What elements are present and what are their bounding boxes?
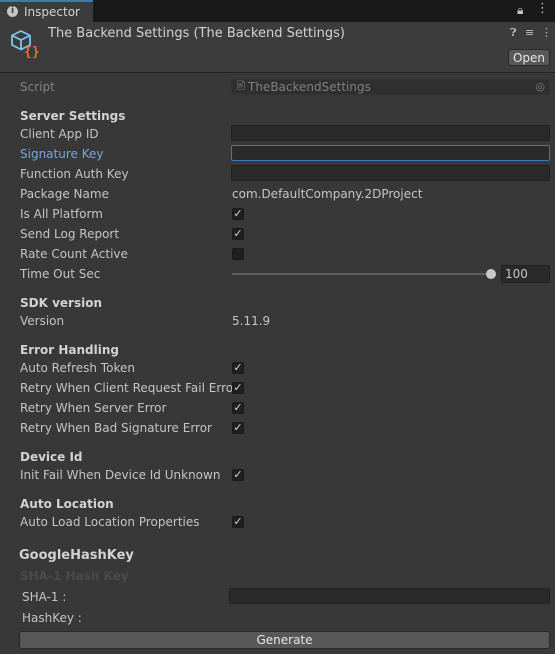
function-auth-key-field[interactable] <box>231 165 550 181</box>
scriptable-object-icon: {} <box>11 29 40 58</box>
auto-load-location-checkbox[interactable]: ✓ <box>232 516 244 528</box>
tab-inspector[interactable]: i Inspector <box>0 0 93 22</box>
preset-icon[interactable]: ≡ <box>525 26 534 39</box>
auto-location-heading: Auto Location <box>20 497 114 511</box>
device-id-heading: Device Id <box>20 450 83 464</box>
generate-button[interactable]: Generate <box>19 631 550 649</box>
hashkey-label: HashKey : <box>22 611 82 625</box>
retry-client-checkbox[interactable]: ✓ <box>232 382 244 394</box>
send-log-report-checkbox[interactable]: ✓ <box>232 228 244 240</box>
svg-text:{}: {} <box>24 45 40 58</box>
version-label: Version <box>20 314 65 328</box>
tab-label: Inspector <box>24 5 80 19</box>
is-all-platform-checkbox[interactable]: ✓ <box>232 208 244 220</box>
version-value: 5.11.9 <box>232 314 271 328</box>
lock-icon[interactable]: 🔒︎ <box>517 3 523 18</box>
retry-bad-signature-label: Retry When Bad Signature Error <box>20 421 212 435</box>
info-icon: i <box>7 6 18 17</box>
inspector-header: {} The Backend Settings (The Backend Set… <box>0 22 555 73</box>
tab-bar: i Inspector 🔒︎ ⋮ <box>0 0 555 22</box>
client-app-id-label: Client App ID <box>20 127 99 141</box>
script-value: TheBackendSettings <box>248 80 371 94</box>
time-out-sec-label: Time Out Sec <box>20 267 101 281</box>
retry-server-label: Retry When Server Error <box>20 401 167 415</box>
help-icon[interactable]: ❓︎ <box>510 26 517 40</box>
auto-refresh-token-label: Auto Refresh Token <box>20 361 135 375</box>
more-icon[interactable]: ⋮ <box>541 26 552 39</box>
object-picker-icon: ◎ <box>535 80 545 93</box>
time-out-slider-thumb[interactable] <box>486 269 496 279</box>
sha1-label: SHA-1 : <box>22 590 67 604</box>
rate-count-active-label: Rate Count Active <box>20 247 128 261</box>
signature-key-label: Signature Key <box>20 147 104 161</box>
signature-key-field[interactable] <box>231 145 550 161</box>
package-name-value: com.DefaultCompany.2DProject <box>232 187 423 201</box>
auto-load-location-label: Auto Load Location Properties <box>20 515 200 529</box>
error-handling-heading: Error Handling <box>20 343 120 357</box>
retry-server-checkbox[interactable]: ✓ <box>232 402 244 414</box>
send-log-report-label: Send Log Report <box>20 227 120 241</box>
retry-client-label: Retry When Client Request Fail Error <box>20 381 239 395</box>
is-all-platform-label: Is All Platform <box>20 207 103 221</box>
function-auth-key-label: Function Auth Key <box>20 167 129 181</box>
script-field: 📄︎ TheBackendSettings ◎ <box>231 79 550 95</box>
sdk-version-heading: SDK version <box>20 296 103 310</box>
retry-bad-signature-checkbox[interactable]: ✓ <box>232 422 244 434</box>
menu-icon[interactable]: ⋮ <box>536 1 549 16</box>
rate-count-active-checkbox[interactable] <box>232 248 244 260</box>
open-button[interactable]: Open <box>508 49 550 66</box>
package-name-label: Package Name <box>20 187 109 201</box>
sha1-field[interactable] <box>229 588 550 604</box>
time-out-input[interactable]: 100 <box>501 265 550 283</box>
google-hash-key-heading: GoogleHashKey <box>19 548 134 563</box>
init-fail-label: Init Fail When Device Id Unknown <box>20 468 221 482</box>
page-title: The Backend Settings (The Backend Settin… <box>48 26 345 41</box>
init-fail-checkbox[interactable]: ✓ <box>232 469 244 481</box>
time-out-slider-track[interactable] <box>232 273 492 275</box>
auto-refresh-token-checkbox[interactable]: ✓ <box>232 362 244 374</box>
client-app-id-field[interactable] <box>231 125 550 141</box>
script-label: Script <box>20 80 55 94</box>
script-file-icon: 📄︎ <box>235 81 247 91</box>
sha1-hash-key-faded-label: SHA-1 Hash Key <box>20 569 129 583</box>
server-settings-heading: Server Settings <box>20 109 126 123</box>
